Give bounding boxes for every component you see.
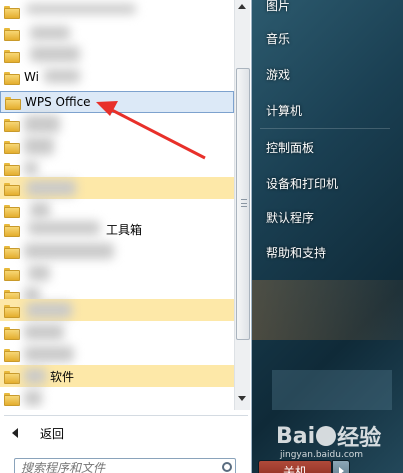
right-menu-label: 默认程序 xyxy=(266,210,315,225)
right-menu-label: 帮助和支持 xyxy=(266,245,327,260)
programs-scrollbar[interactable] xyxy=(234,0,250,410)
right-menu-label: 图片 xyxy=(266,0,291,13)
folder-icon xyxy=(4,5,20,19)
back-button[interactable]: 返回 xyxy=(0,420,250,446)
folder-icon xyxy=(4,71,20,85)
program-label: WPS Office xyxy=(25,95,91,109)
right-menu-label: 计算机 xyxy=(266,103,303,118)
program-folder-item[interactable]: 软件 xyxy=(0,365,234,387)
shutdown-label: 关机 xyxy=(282,464,307,473)
folder-icon xyxy=(4,118,20,132)
back-label: 返回 xyxy=(40,426,65,441)
folder-icon xyxy=(4,182,20,196)
scroll-grip-icon xyxy=(241,199,247,207)
folder-icon xyxy=(4,304,20,318)
program-folder-item[interactable]: 工具箱 xyxy=(0,218,234,240)
folder-icon xyxy=(4,162,20,176)
right-menu-item-default-programs[interactable]: 默认程序 xyxy=(266,206,314,228)
watermark-brand2: 经验 xyxy=(337,426,382,451)
start-menu-programs-pane: Wi WPS Office 工具箱 软件 返回 搜索程序和文件 xyxy=(0,0,252,473)
right-menu-item-control-panel[interactable]: 控制面板 xyxy=(266,136,314,158)
program-folder-item[interactable] xyxy=(0,299,234,321)
shutdown-button[interactable]: 关机 xyxy=(258,460,332,473)
right-menu-item-games[interactable]: 游戏 xyxy=(266,63,290,85)
paw-icon xyxy=(316,426,337,446)
program-folder-item[interactable] xyxy=(0,113,234,135)
right-menu-label: 设备和打印机 xyxy=(266,176,339,191)
program-folder-item[interactable] xyxy=(0,177,234,199)
right-menu-item-computer[interactable]: 计算机 xyxy=(266,99,302,121)
folder-icon xyxy=(4,27,20,41)
program-folder-item[interactable] xyxy=(0,157,234,179)
scroll-thumb[interactable] xyxy=(236,68,250,340)
scroll-up-icon[interactable] xyxy=(238,4,246,9)
shutdown-options-arrow-icon[interactable] xyxy=(332,460,350,473)
folder-icon xyxy=(4,245,20,259)
folder-icon xyxy=(4,326,20,340)
divider xyxy=(4,415,248,416)
divider xyxy=(260,128,390,129)
folder-icon xyxy=(4,49,20,63)
program-folder-item[interactable] xyxy=(0,321,234,343)
folder-icon xyxy=(4,370,20,384)
program-label: 软件 xyxy=(50,369,75,384)
search-input[interactable] xyxy=(14,458,236,473)
folder-icon xyxy=(4,348,20,362)
program-folder-item-wps-office[interactable]: WPS Office xyxy=(0,91,234,113)
program-folder-item[interactable] xyxy=(0,135,234,157)
right-menu-item-help-support[interactable]: 帮助和支持 xyxy=(266,241,326,263)
program-folder-item[interactable] xyxy=(0,343,234,365)
folder-icon xyxy=(4,392,20,406)
program-folder-item[interactable] xyxy=(0,22,234,44)
folder-icon xyxy=(5,96,21,110)
scroll-down-icon[interactable] xyxy=(238,396,246,401)
program-label: 工具箱 xyxy=(106,222,143,237)
all-programs-list: Wi WPS Office 工具箱 软件 xyxy=(0,0,234,410)
back-arrow-icon xyxy=(12,428,18,438)
program-folder-item[interactable] xyxy=(0,44,234,66)
right-menu-item-music[interactable]: 音乐 xyxy=(266,27,290,49)
program-folder-item[interactable] xyxy=(0,262,234,284)
right-menu-label: 游戏 xyxy=(266,67,291,82)
program-folder-item[interactable]: Wi xyxy=(0,66,234,88)
program-label: Wi xyxy=(24,70,39,84)
program-folder-item[interactable] xyxy=(0,0,234,22)
program-folder-item[interactable] xyxy=(0,240,234,262)
folder-icon xyxy=(4,223,20,237)
folder-icon xyxy=(4,140,20,154)
folder-icon xyxy=(4,204,20,218)
right-menu-label: 音乐 xyxy=(266,31,291,46)
right-menu-label: 控制面板 xyxy=(266,140,315,155)
watermark-brand: Bai xyxy=(276,423,316,449)
search-icon[interactable] xyxy=(222,462,232,472)
watermark-url: jingyan.baidu.com xyxy=(280,450,364,460)
right-menu-item-devices-printers[interactable]: 设备和打印机 xyxy=(266,172,338,194)
right-menu-item-pictures[interactable]: 图片 xyxy=(266,0,290,16)
program-folder-item[interactable] xyxy=(0,387,234,409)
folder-icon xyxy=(4,267,20,281)
